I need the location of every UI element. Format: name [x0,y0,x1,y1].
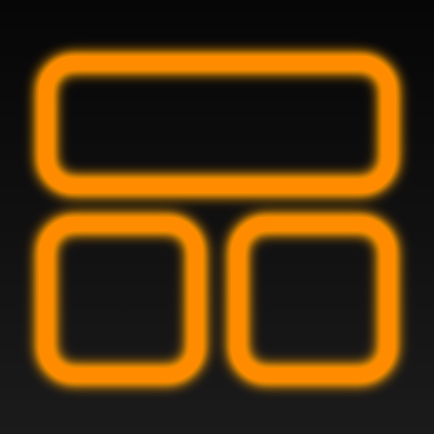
layout-dashboard-icon [39,56,396,382]
app-icon [0,0,434,434]
bottom-left-panel [39,217,203,382]
top-wide-panel [39,56,396,193]
bottom-right-panel [231,217,395,382]
